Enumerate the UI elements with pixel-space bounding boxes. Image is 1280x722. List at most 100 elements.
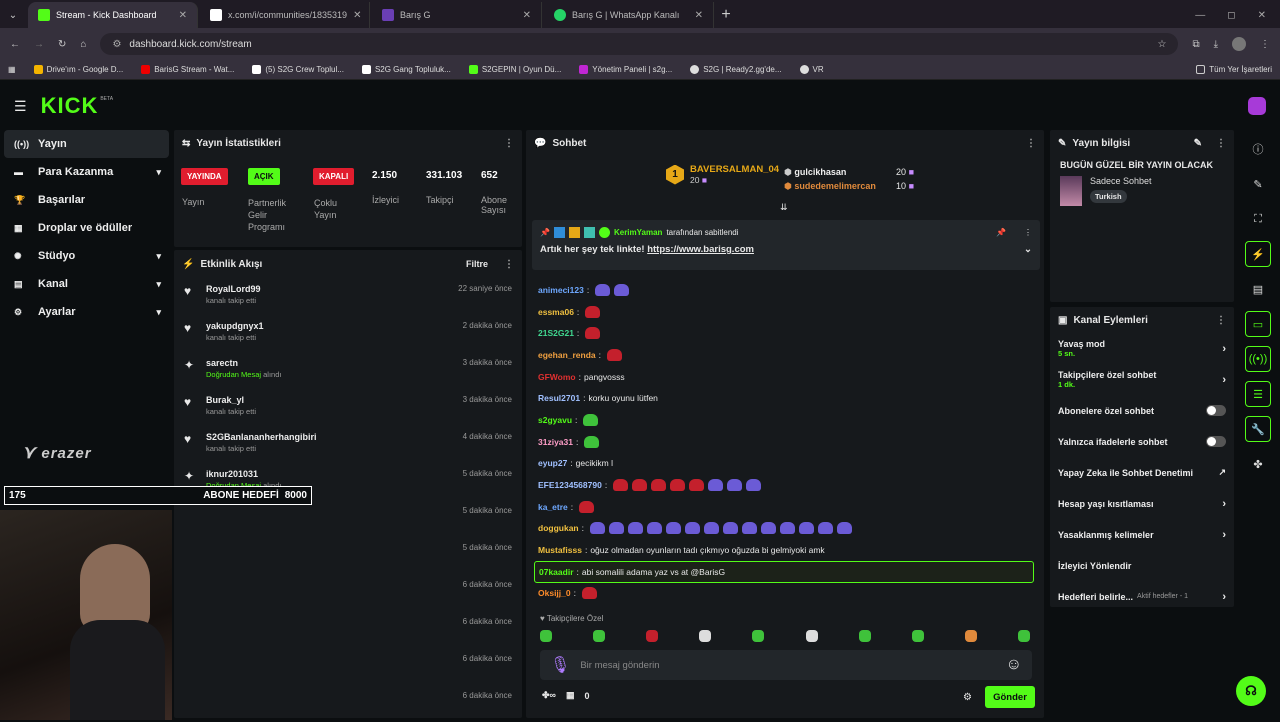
activity-item[interactable]: 6 dakika önce [174, 685, 522, 722]
emote-icon[interactable] [646, 630, 659, 642]
more-options-icon[interactable]: ⋮ [504, 138, 514, 149]
chat-message[interactable]: essma06: [526, 301, 1042, 323]
minimize-icon[interactable]: — [1195, 10, 1205, 21]
activity-user[interactable]: yakupdgnyx1 [206, 321, 264, 331]
more-options-icon[interactable]: ⋮ [1024, 228, 1032, 237]
more-options-icon[interactable]: ⋮ [1216, 315, 1226, 326]
chevron-right-icon[interactable]: › [1222, 591, 1226, 603]
download-icon[interactable]: ⤓ [1214, 39, 1218, 50]
chat-message[interactable]: Resul2701: korku oyunu lütfen [526, 387, 1042, 409]
expand-leaderboard-icon[interactable]: ⇊ [780, 202, 788, 213]
apps-grid-icon[interactable]: ▦ [8, 65, 16, 74]
url-text[interactable]: dashboard.kick.com/stream [129, 39, 251, 50]
chat-message[interactable]: 07kaadir: abi somalili adama yaz vs at @… [534, 560, 1034, 583]
chat-username[interactable]: 21S2G21 [538, 328, 574, 338]
activity-item[interactable]: ♥ S2GBanlananherhangibiri kanalı takip e… [174, 426, 522, 463]
bookmark-item[interactable]: S2GEPIN | Oyun Dü... [468, 65, 561, 74]
edit-icon[interactable]: ✎ [1194, 138, 1202, 149]
chat-username[interactable]: animeci123 [538, 285, 584, 295]
chat-username[interactable]: 07kaadir [539, 567, 574, 577]
chat-username[interactable]: ka_etre [538, 502, 568, 512]
activity-item[interactable]: 6 dakika önce [174, 648, 522, 685]
chat-message[interactable]: ka_etre: [526, 496, 1042, 518]
chat-username[interactable]: essma06 [538, 307, 574, 317]
bookmark-item[interactable]: Drive'ım - Google D... [33, 65, 123, 74]
chat-username[interactable]: egehan_renda [538, 350, 596, 360]
browser-tab[interactable]: Barış G | WhatsApp Kanalı ✕ [544, 2, 714, 28]
emote-icon[interactable] [593, 630, 606, 642]
emote-icon[interactable] [699, 630, 712, 642]
activity-item[interactable]: 6 dakika önce [174, 574, 522, 611]
close-tab-icon[interactable]: ✕ [695, 10, 703, 21]
browser-tab[interactable]: Barış G ✕ [372, 2, 542, 28]
activity-user[interactable]: S2GBanlananherhangibiri [206, 432, 317, 442]
more-options-icon[interactable]: ⋮ [1216, 138, 1226, 149]
chat-message[interactable]: eyup27: gecikikm l [526, 453, 1042, 475]
chat-message[interactable]: Mustafisss: oğuz olmadan oyunların tadı … [526, 539, 1042, 561]
activity-user[interactable]: Burak_yl [206, 395, 256, 405]
pinned-link[interactable]: https://www.barisg.com [647, 244, 754, 255]
bookmark-item[interactable]: (5) S2G Crew Toplul... [252, 65, 344, 74]
list-icon[interactable]: ☰ [1245, 381, 1271, 407]
bookmark-item[interactable]: VR [799, 65, 824, 74]
chat-username[interactable]: eyup27 [538, 458, 567, 468]
emote-icon[interactable] [1017, 630, 1030, 642]
chat-message[interactable]: EFE1234568790: [526, 474, 1042, 496]
browser-tab[interactable]: x.com/i/communities/1835319 ✕ [200, 2, 370, 28]
gifter-row[interactable]: ⬢ gulcikhasan 20 ■ [784, 165, 914, 179]
chat-message[interactable]: animeci123: [526, 279, 1042, 301]
chat-message[interactable]: 31ziya31: [526, 431, 1042, 453]
close-window-icon[interactable]: ✕ [1258, 10, 1266, 21]
chat-message[interactable]: s2gyavu: [526, 409, 1042, 431]
bookmark-item[interactable]: S2G Gang Topluluk... [361, 65, 451, 74]
channel-action-item[interactable]: Hesap yaşı kısıtlaması › [1050, 488, 1234, 519]
points-icon[interactable]: ✤∞ [542, 690, 556, 701]
chevron-down-icon[interactable]: ▾ [156, 279, 161, 290]
browser-menu-icon[interactable]: ⋮ [1260, 39, 1270, 50]
toggle-switch[interactable] [1206, 436, 1226, 447]
lightning-icon[interactable]: ⚡ [1245, 241, 1271, 267]
channel-action-item[interactable]: Takipçilere özel sohbet 1 dk. › [1050, 364, 1234, 395]
user-avatar[interactable] [1248, 97, 1266, 115]
unpin-icon[interactable]: 📌 [996, 228, 1006, 237]
new-tab-icon[interactable]: + [714, 2, 738, 28]
top-gifter[interactable]: 1 BAVERSALMAN_04 20 ■ [666, 164, 779, 185]
external-link-icon[interactable]: ↗ [1218, 467, 1226, 478]
chat-message[interactable]: doggukan: [526, 518, 1042, 540]
activity-item[interactable]: ♥ RoyalLord99 kanalı takip etti 22 saniy… [174, 278, 522, 315]
chevron-down-icon[interactable]: ▾ [156, 251, 161, 262]
chevron-right-icon[interactable]: › [1222, 498, 1226, 510]
toggle-switch[interactable] [1206, 405, 1226, 416]
chat-username[interactable]: Mustafisss [538, 545, 582, 555]
profile-avatar[interactable] [1232, 37, 1246, 51]
all-bookmarks[interactable]: Tüm Yer İşaretleri [1196, 65, 1272, 74]
activity-item[interactable]: ✦ sarectn Doğrudan Mesaj alındı 3 dakika… [174, 352, 522, 389]
chat-username[interactable]: s2gyavu [538, 415, 572, 425]
chevron-down-icon[interactable]: ▾ [156, 307, 161, 318]
category-thumbnail[interactable] [1060, 176, 1082, 206]
more-options-icon[interactable]: ⋮ [1026, 138, 1036, 149]
points-icon[interactable]: ✤ [1245, 451, 1271, 477]
channel-action-item[interactable]: Hedefleri belirle... Aktif hedefler - 1 › [1050, 581, 1234, 612]
pencil-icon[interactable]: ✎ [1245, 171, 1271, 197]
channel-action-item[interactable]: Yalnızca ifadelerle sohbet [1050, 426, 1234, 457]
chevron-down-icon[interactable]: ⌄ [1024, 244, 1032, 255]
emoji-icon[interactable]: ☺ [1006, 656, 1022, 674]
chat-username[interactable]: GFWomo [538, 372, 576, 382]
home-icon[interactable]: ⌂ [80, 39, 86, 50]
hamburger-menu-icon[interactable]: ☰ [14, 98, 27, 115]
filter-button[interactable]: Filtre [466, 259, 488, 269]
chat-message[interactable]: Oksijj_0: [526, 583, 1042, 605]
bookmark-item[interactable]: BarisG Stream - Wat... [141, 65, 234, 74]
chat-icon[interactable]: ▭ [1245, 311, 1271, 337]
chat-message[interactable]: egehan_renda: [526, 344, 1042, 366]
chat-message[interactable]: GFWomo: pangvosss [526, 366, 1042, 388]
gifter-row[interactable]: ⬢ sudedemelimercan 10 ■ [784, 179, 914, 193]
pinned-by[interactable]: KerimYaman [614, 228, 662, 237]
bookmark-item[interactable]: Yönetim Paneli | s2g... [579, 65, 672, 74]
emote-icon[interactable] [540, 630, 552, 642]
chat-username[interactable]: 31ziya31 [538, 437, 573, 447]
activity-item[interactable]: ♥ Burak_yl kanalı takip etti 3 dakika ön… [174, 389, 522, 426]
activity-user[interactable]: iknur201031 [206, 469, 281, 479]
chat-message[interactable]: 21S2G21: [526, 322, 1042, 344]
